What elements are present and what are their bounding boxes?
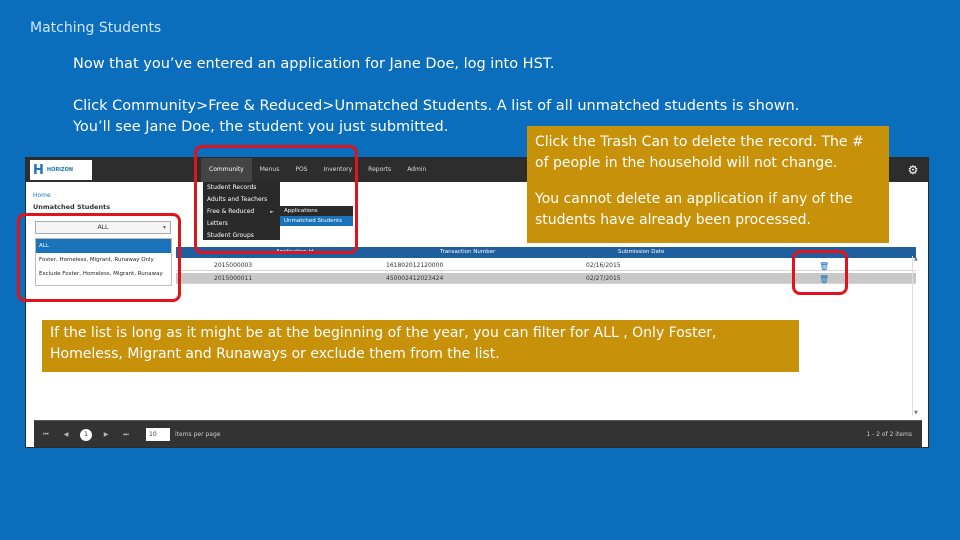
vertical-scrollbar[interactable]: ▲ ▼ bbox=[912, 256, 920, 416]
prev-page-icon[interactable]: ◀ bbox=[60, 429, 72, 441]
horizon-logo[interactable]: H HORIZON bbox=[30, 160, 92, 180]
logo-text: HORIZON bbox=[46, 167, 74, 173]
cell-application-id: 2015000011 bbox=[214, 275, 253, 282]
callout-filter: If the list is long as it might be at th… bbox=[42, 320, 799, 372]
callout-trash: Click the Trash Can to delete the record… bbox=[527, 126, 889, 243]
cell-submission-date: 02/16/2015 bbox=[586, 262, 621, 269]
first-page-icon[interactable]: ⏮ bbox=[40, 429, 52, 441]
instruction-login: Now that you’ve entered an application f… bbox=[73, 56, 555, 72]
col-transaction-number[interactable]: Transaction Number bbox=[440, 249, 495, 255]
next-page-icon[interactable]: ▶ bbox=[100, 429, 112, 441]
page-number[interactable]: 1 bbox=[80, 429, 92, 441]
cell-application-id: 2015000003 bbox=[214, 262, 253, 269]
scroll-down-icon[interactable]: ▼ bbox=[914, 410, 918, 416]
callout-trash-text-1: Click the Trash Can to delete the record… bbox=[535, 134, 864, 171]
items-per-page-label: items per page bbox=[175, 431, 221, 438]
highlight-filter bbox=[17, 213, 181, 302]
highlight-trash bbox=[792, 250, 848, 295]
col-submission-date[interactable]: Submission Date bbox=[618, 249, 664, 255]
slide-title: Matching Students bbox=[30, 20, 162, 36]
callout-trash-text-2: You cannot delete an application if any … bbox=[535, 191, 853, 228]
menu-admin[interactable]: Admin bbox=[399, 158, 434, 182]
logo-mark-icon: H bbox=[33, 162, 44, 178]
highlight-menu bbox=[194, 145, 358, 254]
pager: ⏮ ◀ 1 ▶ ⏭ 10 items per page 1 - 2 of 2 i… bbox=[34, 420, 922, 447]
cell-transaction-number: 161802012120000 bbox=[386, 262, 444, 269]
cell-submission-date: 02/27/2015 bbox=[586, 275, 621, 282]
page-title: Unmatched Students bbox=[33, 203, 111, 211]
gear-icon[interactable]: ⚙ bbox=[904, 161, 922, 179]
breadcrumb[interactable]: Home bbox=[33, 192, 51, 199]
cell-transaction-number: 450002412023424 bbox=[386, 275, 444, 282]
page-size-select[interactable]: 10 bbox=[146, 428, 170, 441]
item-count: 1 - 2 of 2 items bbox=[866, 431, 912, 438]
menu-reports[interactable]: Reports bbox=[360, 158, 399, 182]
scroll-up-icon[interactable]: ▲ bbox=[914, 256, 918, 262]
last-page-icon[interactable]: ⏭ bbox=[120, 429, 132, 441]
